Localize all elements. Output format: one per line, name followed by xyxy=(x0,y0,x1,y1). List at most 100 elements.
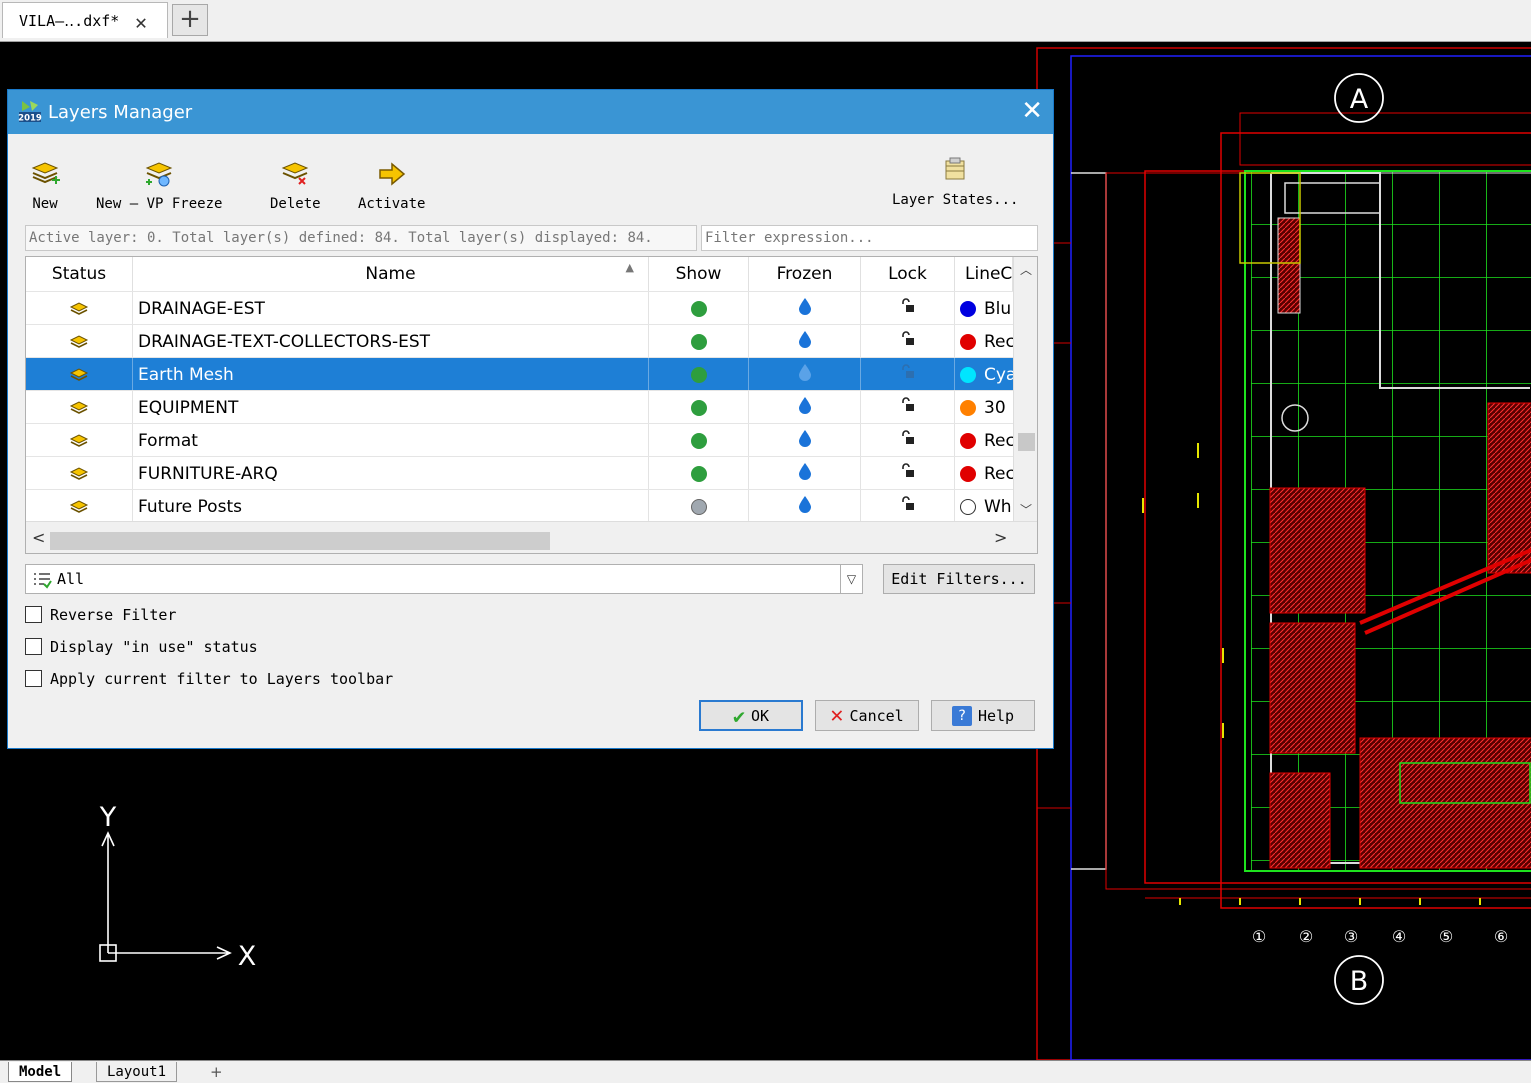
horizontal-scrollbar[interactable]: < > xyxy=(26,521,1037,553)
layer-states-button[interactable]: Layer States... xyxy=(892,156,1018,208)
delete-layer-button[interactable]: Delete xyxy=(270,160,321,212)
layer-name[interactable]: DRAINAGE-EST xyxy=(133,292,649,325)
layer-lock-toggle[interactable] xyxy=(861,424,955,457)
column-header-show[interactable]: Show xyxy=(649,257,749,291)
color-swatch-icon xyxy=(960,366,976,383)
layer-row[interactable]: EQUIPMENT 30 xyxy=(26,390,1013,424)
vertical-scrollbar[interactable]: ︿ ﹀ xyxy=(1013,257,1037,521)
layer-name[interactable]: Future Posts xyxy=(133,490,649,523)
layer-name[interactable]: Format xyxy=(133,424,649,457)
layer-frozen-toggle[interactable] xyxy=(749,424,861,457)
layer-name[interactable]: FURNITURE-ARQ xyxy=(133,457,649,490)
column-header-lock[interactable]: Lock xyxy=(861,257,955,291)
layer-status-icon[interactable] xyxy=(26,490,133,523)
apply-filter-toolbar-checkbox[interactable] xyxy=(25,670,42,687)
model-tab[interactable]: Model xyxy=(8,1062,73,1082)
close-icon[interactable]: ✕ xyxy=(1021,97,1043,125)
layer-linecolor[interactable]: Rec xyxy=(955,325,1013,358)
layer-linecolor[interactable]: Rec xyxy=(955,457,1013,490)
visibility-bulb-icon xyxy=(690,465,707,482)
frozen-drop-icon xyxy=(798,396,812,419)
layer-name[interactable]: Earth Mesh xyxy=(133,358,649,391)
layer-linecolor[interactable]: Rec xyxy=(955,424,1013,457)
layer-status-icon[interactable] xyxy=(26,391,133,424)
new-vp-freeze-icon xyxy=(145,162,173,187)
column-marker-2: ② xyxy=(1299,927,1313,946)
layer-frozen-toggle[interactable] xyxy=(749,292,861,325)
activate-layer-button[interactable]: Activate xyxy=(358,160,425,212)
unlock-icon xyxy=(900,364,916,385)
layer-row[interactable]: DRAINAGE-EST Blu xyxy=(26,291,1013,325)
scroll-right-icon[interactable]: > xyxy=(994,528,1007,547)
layer-frozen-toggle[interactable] xyxy=(749,358,861,391)
layer-frozen-toggle[interactable] xyxy=(749,325,861,358)
layer-show-toggle[interactable] xyxy=(649,292,749,325)
add-layout-button[interactable]: + xyxy=(200,1062,233,1082)
layer-show-toggle[interactable] xyxy=(649,490,749,523)
new-tab-button[interactable]: + xyxy=(172,4,208,36)
layer-lock-toggle[interactable] xyxy=(861,358,955,391)
layer-name[interactable]: EQUIPMENT xyxy=(133,391,649,424)
layer-show-toggle[interactable] xyxy=(649,391,749,424)
dialog-title-bar[interactable]: 2019 Layers Manager ✕ xyxy=(8,90,1053,134)
apply-filter-toolbar-label: Apply current filter to Layers toolbar xyxy=(50,670,394,688)
layer-name[interactable]: DRAINAGE-TEXT-COLLECTORS-EST xyxy=(133,325,649,358)
layer-lock-toggle[interactable] xyxy=(861,490,955,523)
layer-lock-toggle[interactable] xyxy=(861,325,955,358)
layer-status-icon[interactable] xyxy=(26,424,133,457)
close-tab-icon[interactable]: ✕ xyxy=(135,10,147,34)
layer-frozen-toggle[interactable] xyxy=(749,391,861,424)
column-header-status[interactable]: Status xyxy=(26,257,133,291)
layer-linecolor[interactable]: Wh xyxy=(955,490,1013,523)
vertical-scroll-thumb[interactable] xyxy=(1018,433,1035,451)
column-header-name[interactable]: Name ▲ xyxy=(133,257,649,291)
layer-row[interactable]: Earth Mesh Cya xyxy=(26,357,1013,391)
layer-linecolor[interactable]: 30 xyxy=(955,391,1013,424)
layer-lock-toggle[interactable] xyxy=(861,391,955,424)
layer-lock-toggle[interactable] xyxy=(861,457,955,490)
layer-linecolor[interactable]: Cya xyxy=(955,358,1013,391)
layer-linecolor[interactable]: Blu xyxy=(955,292,1013,325)
frozen-drop-icon xyxy=(798,429,812,452)
layer-status-icon[interactable] xyxy=(26,292,133,325)
filter-expression-input[interactable]: Filter expression... xyxy=(701,225,1038,251)
layer-status-icon[interactable] xyxy=(26,358,133,391)
visibility-bulb-icon xyxy=(690,333,707,350)
layer-lock-toggle[interactable] xyxy=(861,292,955,325)
layer-status-icon[interactable] xyxy=(26,457,133,490)
edit-filters-button[interactable]: Edit Filters... xyxy=(883,564,1035,594)
document-tab-bar: VILA—‥.dxf* ✕ + xyxy=(0,0,1531,42)
new-vp-freeze-button[interactable]: New — VP Freeze xyxy=(96,160,222,212)
layer-filter-select[interactable]: All ▽ xyxy=(25,564,863,594)
layer-show-toggle[interactable] xyxy=(649,358,749,391)
help-button[interactable]: ? Help xyxy=(931,700,1035,731)
horizontal-scroll-thumb[interactable] xyxy=(50,532,550,550)
layer-row[interactable]: DRAINAGE-TEXT-COLLECTORS-EST Rec xyxy=(26,324,1013,358)
reverse-filter-checkbox[interactable] xyxy=(25,606,42,623)
scroll-left-icon[interactable]: < xyxy=(32,528,45,547)
document-tab[interactable]: VILA—‥.dxf* ✕ xyxy=(2,2,168,38)
layer-show-toggle[interactable] xyxy=(649,424,749,457)
ok-button[interactable]: ✔ OK xyxy=(699,700,803,731)
layer-frozen-toggle[interactable] xyxy=(749,490,861,523)
layer-row[interactable]: Format Rec xyxy=(26,423,1013,457)
dialog-title: Layers Manager xyxy=(48,101,193,123)
scroll-up-icon[interactable]: ︿ xyxy=(1020,261,1032,278)
layer-row[interactable]: Future Posts Wh xyxy=(26,489,1013,523)
layout1-tab[interactable]: Layout1 xyxy=(96,1062,178,1082)
cancel-button[interactable]: ✕ Cancel xyxy=(815,700,919,731)
column-header-frozen[interactable]: Frozen xyxy=(749,257,861,291)
layer-row[interactable]: FURNITURE-ARQ Rec xyxy=(26,456,1013,490)
scroll-down-icon[interactable]: ﹀ xyxy=(1020,501,1032,518)
ucs-icon xyxy=(99,831,232,962)
color-swatch-icon xyxy=(960,498,976,515)
column-marker-1: ① xyxy=(1252,927,1266,946)
in-use-status-checkbox[interactable] xyxy=(25,638,42,655)
layer-frozen-toggle[interactable] xyxy=(749,457,861,490)
chevron-down-icon[interactable]: ▽ xyxy=(840,565,862,593)
layer-show-toggle[interactable] xyxy=(649,457,749,490)
column-header-linecolor[interactable]: LineC xyxy=(955,257,1013,291)
new-layer-button[interactable]: New xyxy=(30,160,60,212)
layer-status-icon[interactable] xyxy=(26,325,133,358)
layer-show-toggle[interactable] xyxy=(649,325,749,358)
